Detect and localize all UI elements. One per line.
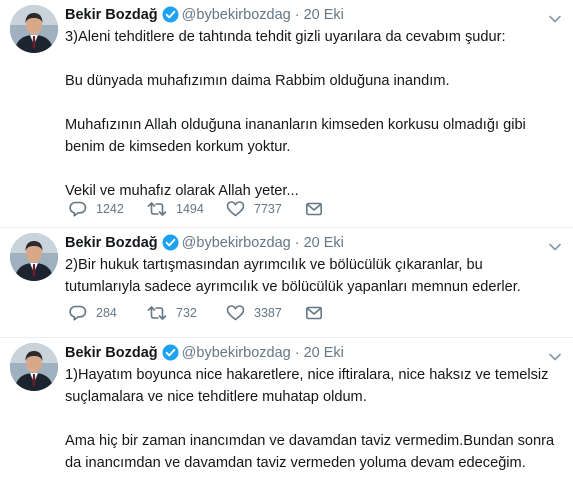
- like-button[interactable]: 3387: [226, 303, 282, 323]
- like-count: 7737: [254, 202, 282, 216]
- tweet-text: 2)Bir hukuk tartışmasından ayrımcılık ve…: [65, 254, 561, 298]
- verified-badge-icon: [162, 6, 179, 23]
- heart-icon: [226, 200, 245, 218]
- tweet[interactable]: Bekir Bozdağ @bybekirbozdag · 20 Eki 3)Alen…: [0, 0, 573, 228]
- avatar[interactable]: [10, 233, 58, 281]
- like-count: 3387: [254, 306, 282, 320]
- retweet-button[interactable]: 1494: [147, 199, 204, 219]
- chevron-down-icon[interactable]: [549, 348, 561, 361]
- direct-message-button[interactable]: [305, 303, 323, 323]
- reply-icon: [69, 304, 87, 322]
- separator-dot: ·: [294, 235, 300, 251]
- chevron-down-icon[interactable]: [549, 10, 561, 23]
- direct-message-button[interactable]: [305, 199, 323, 219]
- avatar[interactable]: [10, 5, 58, 53]
- tweet-date[interactable]: 20 Eki: [304, 342, 344, 364]
- envelope-icon: [305, 201, 323, 217]
- tweet-header: Bekir Bozdağ @bybekirbozdag · 20 Eki: [65, 232, 344, 254]
- tweet-date[interactable]: 20 Eki: [304, 232, 344, 254]
- retweet-count: 732: [176, 306, 197, 320]
- reply-button[interactable]: 284: [69, 303, 117, 323]
- author-name[interactable]: Bekir Bozdağ: [65, 232, 158, 254]
- separator-dot: ·: [294, 345, 300, 361]
- tweet-paragraph: Muhafızının Allah olduğuna inananların k…: [65, 117, 526, 155]
- tweet[interactable]: Bekir Bozdağ @bybekirbozdag · 20 Eki 2)Bir …: [0, 228, 573, 338]
- tweet-date[interactable]: 20 Eki: [304, 4, 344, 26]
- separator-dot: ·: [294, 7, 300, 23]
- retweet-icon: [147, 304, 167, 322]
- tweet-text: 3)Aleni tehditlere de tahtında tehdit gi…: [65, 26, 561, 202]
- verified-badge-icon: [162, 234, 179, 251]
- retweet-icon: [147, 200, 167, 218]
- retweet-count: 1494: [176, 202, 204, 216]
- author-handle[interactable]: @bybekirbozdag: [182, 232, 291, 254]
- tweet-timeline: Bekir Bozdağ @bybekirbozdag · 20 Eki 3)Alen…: [0, 0, 573, 479]
- tweet-paragraph: 2)Bir hukuk tartışmasından ayrımcılık ve…: [65, 257, 521, 295]
- tweet-header: Bekir Bozdağ @bybekirbozdag · 20 Eki: [65, 342, 344, 364]
- tweet-text: 1)Hayatım boyunca nice hakaretlere, nice…: [65, 364, 561, 474]
- author-name[interactable]: Bekir Bozdağ: [65, 4, 158, 26]
- tweet-paragraph: 1)Hayatım boyunca nice hakaretlere, nice…: [65, 367, 549, 405]
- author-handle[interactable]: @bybekirbozdag: [182, 4, 291, 26]
- retweet-button[interactable]: 732: [147, 303, 197, 323]
- avatar[interactable]: [10, 343, 58, 391]
- heart-icon: [226, 304, 245, 322]
- envelope-icon: [305, 305, 323, 321]
- tweet-paragraph: 3)Aleni tehditlere de tahtında tehdit gi…: [65, 29, 506, 45]
- chevron-down-icon[interactable]: [549, 238, 561, 251]
- author-handle[interactable]: @bybekirbozdag: [182, 342, 291, 364]
- tweet-header: Bekir Bozdağ @bybekirbozdag · 20 Eki: [65, 4, 344, 26]
- tweet-paragraph: Bu dünyada muhafızımın daima Rabbim oldu…: [65, 73, 450, 89]
- reply-count: 284: [96, 306, 117, 320]
- reply-icon: [69, 200, 87, 218]
- verified-badge-icon: [162, 344, 179, 361]
- tweet[interactable]: Bekir Bozdağ @bybekirbozdag · 20 Eki 1)Haya…: [0, 338, 573, 479]
- author-name[interactable]: Bekir Bozdağ: [65, 342, 158, 364]
- like-button[interactable]: 7737: [226, 199, 282, 219]
- tweet-paragraph: Ama hiç bir zaman inancımdan ve davamdan…: [65, 433, 555, 471]
- reply-button[interactable]: 1242: [69, 199, 124, 219]
- reply-count: 1242: [96, 202, 124, 216]
